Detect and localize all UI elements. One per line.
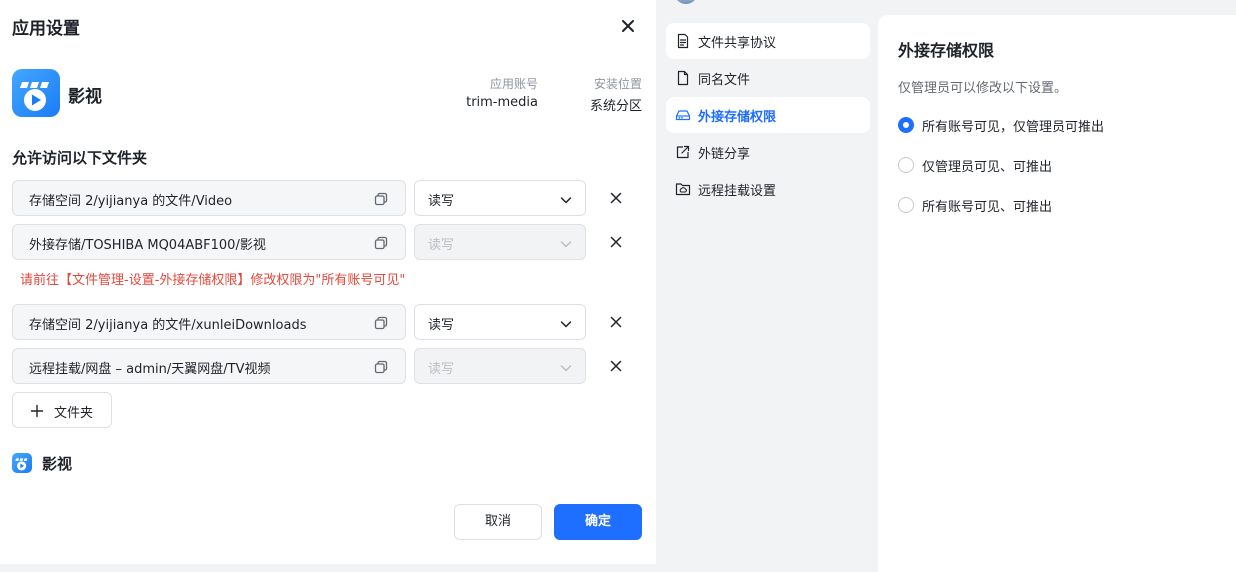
- chevron-down-icon: [559, 316, 573, 330]
- document-icon: [675, 33, 691, 49]
- account-label: 应用账号: [489, 77, 538, 91]
- media-app-icon: [12, 453, 32, 473]
- radio-button[interactable]: [898, 157, 914, 173]
- add-folder-button[interactable]: 文件夹: [12, 392, 112, 428]
- nav-item-link-sharing[interactable]: 外链分享: [666, 134, 870, 170]
- permission-select: 读写: [414, 348, 586, 384]
- nav-item-file-sharing-protocol[interactable]: 文件共享协议: [666, 23, 870, 59]
- permission-select[interactable]: 读写: [414, 304, 586, 340]
- folder-path-text: 外接存储/TOSHIBA MQ04ABF100/影视: [29, 238, 266, 253]
- footer-app-name: 影视: [42, 455, 73, 473]
- nav-item-same-name-files[interactable]: 同名文件: [666, 60, 870, 96]
- copy-icon[interactable]: [373, 235, 389, 251]
- radio-label: 仅管理员可见、可推出: [922, 160, 1053, 175]
- app-settings-dialog: 应用设置 影视 应用账号 trim-media 安装位置 系统分区 允许访问以下…: [0, 0, 656, 564]
- folders-section-title: 允许访问以下文件夹: [12, 149, 148, 167]
- permission-select[interactable]: 读写: [414, 180, 586, 216]
- add-folder-label: 文件夹: [54, 406, 94, 421]
- copy-icon[interactable]: [373, 315, 389, 331]
- settings-content-title: 外接存储权限: [898, 41, 995, 60]
- nav-label: 同名文件: [698, 73, 751, 88]
- permission-value: 读写: [428, 194, 455, 209]
- radio-label: 所有账号可见、可推出: [922, 200, 1053, 215]
- external-drive-icon: [675, 107, 691, 123]
- permission-warning: 请前往【文件管理-设置-外接存储权限】修改权限为"所有账号可见": [20, 273, 406, 288]
- remove-folder-icon[interactable]: [608, 358, 624, 374]
- chevron-down-icon: [559, 360, 573, 374]
- nav-item-external-storage-permission[interactable]: 外接存储权限: [666, 97, 870, 133]
- account-value: trim-media: [466, 95, 538, 110]
- location-label: 安装位置: [593, 77, 642, 91]
- nav-item-remote-mount-settings[interactable]: 远程挂载设置: [666, 171, 870, 207]
- settings-content-card: [878, 15, 1236, 572]
- nav-label: 外链分享: [698, 147, 751, 162]
- folder-path-text: 存储空间 2/yijianya 的文件/Video: [29, 194, 233, 209]
- remove-folder-icon[interactable]: [608, 190, 624, 206]
- close-icon[interactable]: [618, 16, 638, 36]
- app-name: 影视: [68, 87, 102, 107]
- location-value: 系统分区: [589, 99, 642, 114]
- folder-path-field[interactable]: 外接存储/TOSHIBA MQ04ABF100/影视: [12, 224, 406, 260]
- folder-path-field[interactable]: 存储空间 2/yijianya 的文件/Video: [12, 180, 406, 216]
- permission-value: 读写: [428, 362, 455, 377]
- folder-path-text: 存储空间 2/yijianya 的文件/xunleiDownloads: [29, 318, 307, 333]
- permission-value: 读写: [428, 238, 455, 253]
- copy-icon[interactable]: [373, 359, 389, 375]
- settings-content-description: 仅管理员可以修改以下设置。: [898, 81, 1068, 96]
- confirm-button[interactable]: 确定: [554, 504, 642, 540]
- folder-path-text: 远程挂载/网盘 – admin/天翼网盘/TV视频: [29, 362, 271, 377]
- copy-icon[interactable]: [373, 191, 389, 207]
- nav-label: 文件共享协议: [698, 36, 777, 51]
- plus-icon: [30, 403, 44, 418]
- remove-folder-icon[interactable]: [608, 314, 624, 330]
- chevron-down-icon: [559, 236, 573, 250]
- folder-path-field[interactable]: 远程挂载/网盘 – admin/天翼网盘/TV视频: [12, 348, 406, 384]
- remove-folder-icon[interactable]: [608, 234, 624, 250]
- folder-path-field[interactable]: 存储空间 2/yijianya 的文件/xunleiDownloads: [12, 304, 406, 340]
- cancel-button[interactable]: 取消: [454, 504, 542, 540]
- remote-folder-icon: [675, 181, 691, 197]
- nav-label: 外接存储权限: [698, 110, 777, 125]
- nav-label: 远程挂载设置: [698, 184, 777, 199]
- radio-label: 所有账号可见，仅管理员可推出: [922, 120, 1105, 135]
- radio-button[interactable]: [898, 117, 914, 133]
- radio-button[interactable]: [898, 197, 914, 213]
- permission-select: 读写: [414, 224, 586, 260]
- file-icon: [675, 70, 691, 86]
- dialog-title: 应用设置: [12, 19, 80, 39]
- permission-value: 读写: [428, 318, 455, 333]
- media-app-icon: [12, 69, 60, 117]
- chevron-down-icon: [559, 192, 573, 206]
- share-icon: [675, 144, 691, 160]
